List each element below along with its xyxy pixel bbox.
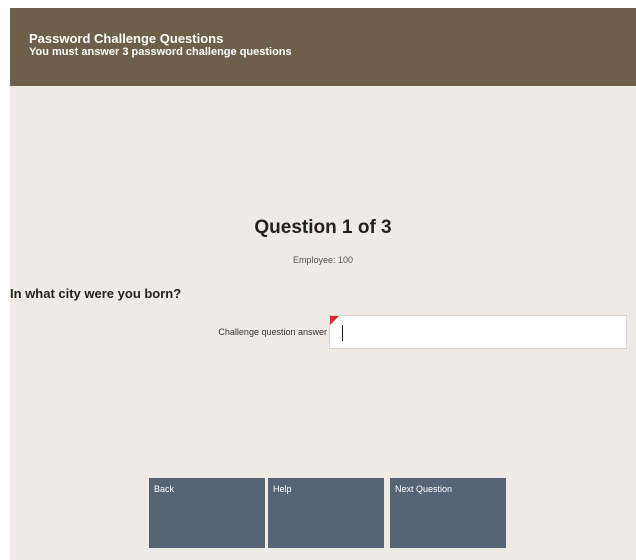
employee-label: Employee: 100 (292, 255, 354, 265)
title-bar: Password Challenge Questions You must an… (10, 8, 636, 86)
challenge-question-text: In what city were you born? (10, 286, 182, 301)
required-field-icon (330, 316, 339, 325)
page-subtitle: You must answer 3 password challenge que… (29, 46, 292, 58)
text-cursor (342, 325, 343, 341)
help-button[interactable]: Help (268, 478, 384, 548)
help-button-label: Help (273, 484, 292, 494)
challenge-answer-input[interactable] (329, 315, 627, 349)
question-progress-heading: Question 1 of 3 (254, 217, 392, 238)
screen: Password Challenge Questions You must an… (10, 8, 636, 560)
next-question-button-label: Next Question (395, 484, 453, 494)
back-button-label: Back (154, 484, 175, 494)
page-title: Password Challenge Questions (29, 31, 224, 46)
next-question-button[interactable]: Next Question (390, 478, 506, 548)
answer-field-label: Challenge question answer (218, 327, 327, 337)
back-button[interactable]: Back (149, 478, 265, 548)
